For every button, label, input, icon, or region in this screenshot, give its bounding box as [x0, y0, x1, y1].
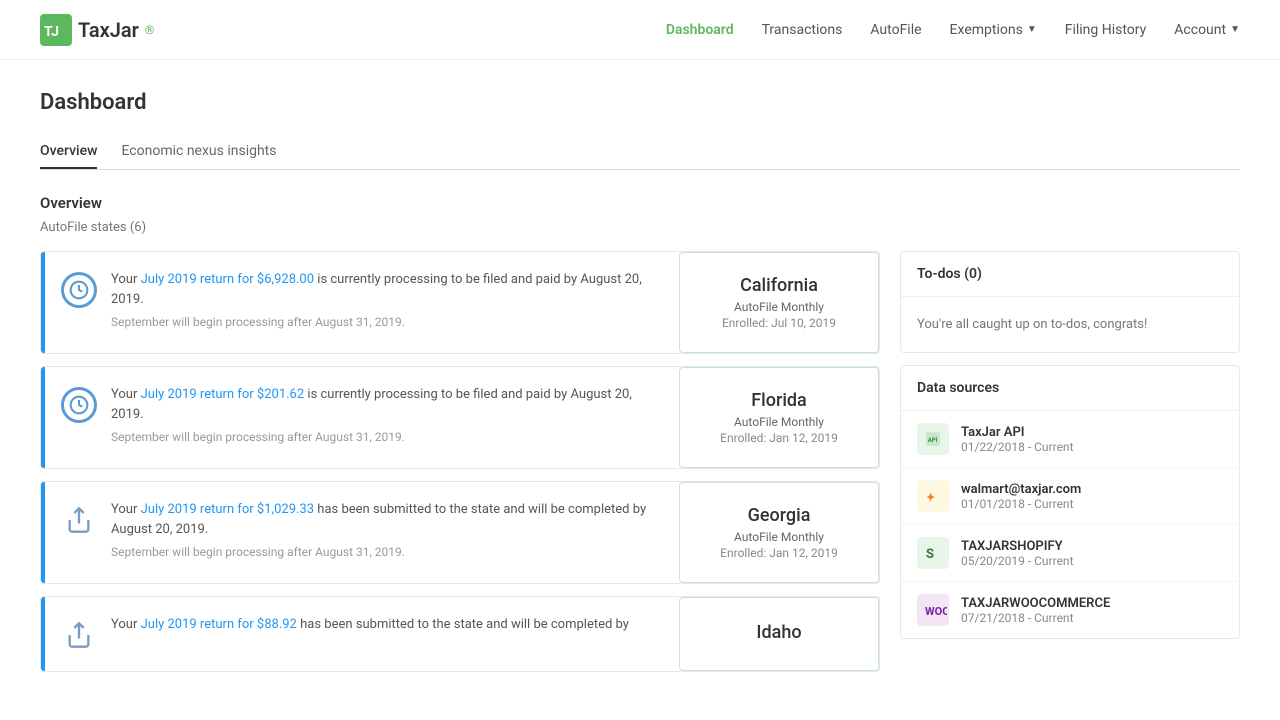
- ds-name-api: TaxJar API: [961, 425, 1223, 440]
- nav-filing-history[interactable]: Filing History: [1065, 22, 1147, 38]
- submitted-icon-idaho: [61, 617, 97, 653]
- tab-economic-nexus[interactable]: Economic nexus insights: [121, 135, 276, 169]
- table-row: Your July 2019 return for $201.62 is cur…: [40, 366, 880, 469]
- tab-overview[interactable]: Overview: [40, 135, 97, 169]
- return-link-georgia[interactable]: July 2019 return for $1,029.33: [141, 502, 314, 517]
- file-items-list: Your July 2019 return for $6,928.00 is c…: [40, 251, 880, 672]
- datasources-header: Data sources: [901, 366, 1239, 411]
- processing-icon: [61, 272, 97, 308]
- subtext-florida: September will begin processing after Au…: [111, 428, 663, 446]
- ds-date-api: 01/22/2018 - Current: [961, 440, 1223, 454]
- nav-account[interactable]: Account ▼: [1174, 22, 1240, 38]
- state-type-georgia: AutoFile Monthly: [734, 530, 824, 544]
- return-link-idaho[interactable]: July 2019 return for $88.92: [141, 617, 297, 632]
- state-enrolled-florida: Enrolled: Jan 12, 2019: [720, 431, 838, 445]
- file-text-california: Your July 2019 return for $6,928.00 is c…: [111, 270, 663, 335]
- file-text-georgia: Your July 2019 return for $1,029.33 has …: [111, 500, 663, 565]
- subtext-california: September will begin processing after Au…: [111, 313, 663, 331]
- subtext-georgia: September will begin processing after Au…: [111, 543, 663, 561]
- page-title: Dashboard: [40, 90, 1240, 115]
- table-row: Your July 2019 return for $1,029.33 has …: [40, 481, 880, 584]
- state-card-georgia[interactable]: Georgia AutoFile Monthly Enrolled: Jan 1…: [679, 482, 879, 583]
- nav-exemptions[interactable]: Exemptions ▼: [950, 22, 1037, 38]
- nav-dashboard[interactable]: Dashboard: [666, 22, 734, 38]
- todos-panel: To-dos (0) You're all caught up on to-do…: [900, 251, 1240, 353]
- section-title: Overview: [40, 194, 1240, 212]
- nav-autofile[interactable]: AutoFile: [870, 22, 921, 38]
- file-info-california: Your July 2019 return for $6,928.00 is c…: [41, 252, 679, 353]
- state-name-florida: Florida: [751, 390, 807, 411]
- list-item: S TAXJARSHOPIFY 05/20/2019 - Current: [901, 525, 1239, 582]
- svg-text:WOO: WOO: [925, 605, 947, 618]
- logo-trademark: ®: [145, 23, 154, 37]
- walmart-info: walmart@taxjar.com 01/01/2018 - Current: [961, 482, 1223, 511]
- return-link-florida[interactable]: July 2019 return for $201.62: [141, 387, 305, 402]
- tabs: Overview Economic nexus insights: [40, 135, 1240, 170]
- woocommerce-info: TAXJARWOOCOMMERCE 07/21/2018 - Current: [961, 596, 1223, 625]
- ds-date-woo: 07/21/2018 - Current: [961, 611, 1223, 625]
- content-grid: Your July 2019 return for $6,928.00 is c…: [40, 251, 1240, 672]
- svg-text:TJ: TJ: [44, 24, 59, 40]
- taxjar-api-info: TaxJar API 01/22/2018 - Current: [961, 425, 1223, 454]
- state-card-california[interactable]: California AutoFile Monthly Enrolled: Ju…: [679, 252, 879, 353]
- before-link-4: Your: [111, 617, 141, 632]
- state-type-florida: AutoFile Monthly: [734, 415, 824, 429]
- state-card-florida[interactable]: Florida AutoFile Monthly Enrolled: Jan 1…: [679, 367, 879, 468]
- before-link-3: Your: [111, 502, 141, 517]
- taxjar-api-icon: API: [917, 423, 949, 455]
- state-enrolled-georgia: Enrolled: Jan 12, 2019: [720, 546, 838, 560]
- logo-text: TaxJar: [78, 18, 139, 42]
- todos-body: You're all caught up on to-dos, congrats…: [901, 297, 1239, 352]
- list-item: API TaxJar API 01/22/2018 - Current: [901, 411, 1239, 468]
- state-name-idaho: Idaho: [756, 622, 801, 643]
- todos-header: To-dos (0): [901, 252, 1239, 297]
- file-info-georgia: Your July 2019 return for $1,029.33 has …: [41, 482, 679, 583]
- header: TJ TaxJar ® Dashboard Transactions AutoF…: [0, 0, 1280, 60]
- ds-name-woo: TAXJARWOOCOMMERCE: [961, 596, 1223, 611]
- ds-date-shopify: 05/20/2019 - Current: [961, 554, 1223, 568]
- shopify-icon: S: [917, 537, 949, 569]
- ds-name-shopify: TAXJARSHOPIFY: [961, 539, 1223, 554]
- svg-text:S: S: [926, 547, 934, 562]
- ds-name-walmart: walmart@taxjar.com: [961, 482, 1223, 497]
- file-text-idaho: Your July 2019 return for $88.92 has bee…: [111, 615, 663, 639]
- main-content: Dashboard Overview Economic nexus insigh…: [0, 60, 1280, 702]
- autofile-states-label: AutoFile states (6): [40, 220, 1240, 235]
- return-link-california[interactable]: July 2019 return for $6,928.00: [141, 272, 314, 287]
- ds-date-walmart: 01/01/2018 - Current: [961, 497, 1223, 511]
- list-item: ✦ walmart@taxjar.com 01/01/2018 - Curren…: [901, 468, 1239, 525]
- woocommerce-icon: WOO: [917, 594, 949, 626]
- account-arrow-icon: ▼: [1230, 24, 1240, 35]
- datasources-panel: Data sources API TaxJar API 01/22/2018 -…: [900, 365, 1240, 639]
- before-link-1: Your: [111, 272, 141, 287]
- after-link-4: has been submitted to the state and will…: [300, 617, 629, 632]
- table-row: Your July 2019 return for $6,928.00 is c…: [40, 251, 880, 354]
- nav-transactions[interactable]: Transactions: [762, 22, 843, 38]
- state-name-georgia: Georgia: [748, 505, 811, 526]
- shopify-info: TAXJARSHOPIFY 05/20/2019 - Current: [961, 539, 1223, 568]
- file-text-florida: Your July 2019 return for $201.62 is cur…: [111, 385, 663, 450]
- svg-text:API: API: [928, 437, 938, 444]
- state-enrolled-california: Enrolled: Jul 10, 2019: [722, 316, 836, 330]
- before-link-2: Your: [111, 387, 141, 402]
- file-info-idaho: Your July 2019 return for $88.92 has bee…: [41, 597, 679, 671]
- file-info-florida: Your July 2019 return for $201.62 is cur…: [41, 367, 679, 468]
- list-item: WOO TAXJARWOOCOMMERCE 07/21/2018 - Curre…: [901, 582, 1239, 638]
- logo[interactable]: TJ TaxJar ®: [40, 14, 154, 46]
- logo-icon: TJ: [40, 14, 72, 46]
- walmart-icon: ✦: [917, 480, 949, 512]
- state-type-california: AutoFile Monthly: [734, 300, 824, 314]
- svg-text:✦: ✦: [926, 491, 935, 504]
- state-name-california: California: [740, 275, 818, 296]
- right-column: To-dos (0) You're all caught up on to-do…: [900, 251, 1240, 672]
- submitted-icon-georgia: [61, 502, 97, 538]
- exemptions-arrow-icon: ▼: [1027, 24, 1037, 35]
- state-card-idaho[interactable]: Idaho: [679, 597, 879, 671]
- table-row: Your July 2019 return for $88.92 has bee…: [40, 596, 880, 672]
- main-nav: Dashboard Transactions AutoFile Exemptio…: [666, 22, 1240, 38]
- processing-icon-florida: [61, 387, 97, 423]
